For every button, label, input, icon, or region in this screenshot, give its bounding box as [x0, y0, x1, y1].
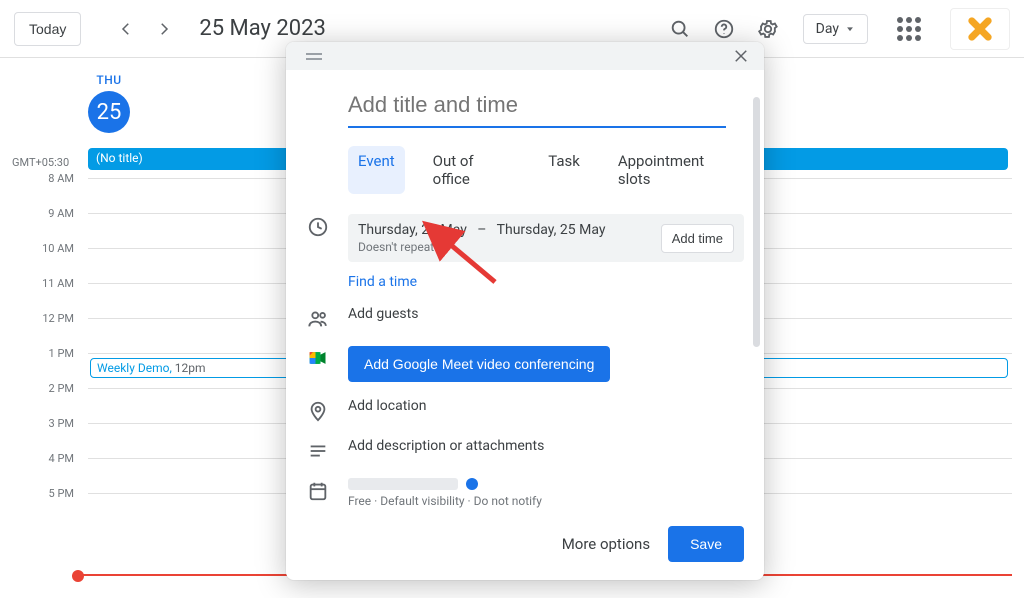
caret-down-icon	[845, 24, 855, 34]
tab-appointment-slots[interactable]: Appointment slots	[608, 146, 744, 194]
date-separator: –	[477, 222, 486, 238]
add-location-placeholder: Add location	[348, 398, 744, 414]
add-guests-placeholder: Add guests	[348, 306, 744, 322]
calendar-color-dot	[466, 478, 478, 490]
event-time: 12pm	[175, 361, 206, 375]
tab-task[interactable]: Task	[538, 146, 590, 194]
hour-label: 3 PM	[0, 417, 74, 430]
view-select[interactable]: Day	[803, 14, 868, 44]
dialog-scrollbar-thumb[interactable]	[753, 97, 760, 347]
add-description-placeholder: Add description or attachments	[348, 438, 744, 454]
organizer-name-redacted	[348, 478, 458, 490]
save-button[interactable]: Save	[668, 526, 744, 562]
event-title: Weekly Demo	[97, 361, 169, 375]
dialog-body: Event Out of office Task Appointment slo…	[286, 70, 764, 508]
location-pin-icon	[306, 398, 330, 422]
repeat-label: Doesn't repeat	[358, 240, 605, 254]
find-a-time-link[interactable]: Find a time	[348, 274, 417, 290]
hour-label: 8 AM	[0, 172, 74, 185]
hour-label: 5 PM	[0, 487, 74, 500]
description-row[interactable]: Add description or attachments	[306, 430, 744, 470]
date-nav	[109, 12, 181, 46]
allday-event-title: (No title)	[96, 151, 143, 165]
date-end: Thursday, 25 May	[497, 222, 606, 238]
apps-grid-icon	[897, 17, 921, 41]
guests-row[interactable]: Add guests	[306, 298, 744, 338]
google-meet-icon	[306, 346, 330, 368]
hour-label: 11 AM	[0, 277, 74, 290]
people-icon	[306, 306, 330, 330]
prev-day-button[interactable]	[109, 12, 143, 46]
next-day-button[interactable]	[147, 12, 181, 46]
dialog-header	[286, 42, 764, 70]
day-number-badge: 25	[88, 91, 130, 133]
hour-label: 2 PM	[0, 382, 74, 395]
view-select-label: Day	[816, 21, 839, 37]
event-title-input[interactable]	[348, 88, 726, 128]
calendar-icon	[306, 478, 330, 502]
extension-button[interactable]	[950, 8, 1010, 50]
gear-icon	[757, 18, 779, 40]
event-type-tabs: Event Out of office Task Appointment slo…	[348, 146, 744, 194]
chevron-right-icon	[155, 20, 173, 38]
add-google-meet-button[interactable]: Add Google Meet video conferencing	[348, 346, 610, 382]
add-time-button[interactable]: Add time	[661, 224, 734, 253]
help-button[interactable]	[707, 12, 741, 46]
date-range-box[interactable]: Thursday, 25 May – Thursday, 25 May Does…	[348, 214, 744, 262]
search-button[interactable]	[663, 12, 697, 46]
day-column-header[interactable]: THU 25	[88, 73, 130, 133]
conferencing-row: Add Google Meet video conferencing	[306, 338, 744, 390]
quick-create-event-dialog: Event Out of office Task Appointment slo…	[286, 42, 764, 580]
description-icon	[306, 438, 330, 462]
clock-icon	[306, 214, 330, 238]
close-icon	[732, 47, 750, 65]
location-row[interactable]: Add location	[306, 390, 744, 430]
date-time-row: Thursday, 25 May – Thursday, 25 May Does…	[306, 206, 744, 298]
day-of-week-label: THU	[88, 73, 130, 87]
hour-label: 10 AM	[0, 242, 74, 255]
tab-event[interactable]: Event	[348, 146, 405, 194]
date-start: Thursday, 25 May	[358, 222, 467, 238]
search-icon	[669, 18, 691, 40]
hour-label: 1 PM	[0, 347, 74, 360]
visibility-meta: Free · Default visibility · Do not notif…	[348, 494, 744, 508]
extension-x-icon	[966, 15, 994, 43]
today-button[interactable]: Today	[14, 12, 81, 46]
hour-label: 4 PM	[0, 452, 74, 465]
close-dialog-button[interactable]	[728, 43, 754, 69]
dialog-footer: More options Save	[286, 508, 764, 580]
calendar-visibility-row[interactable]: Free · Default visibility · Do not notif…	[306, 470, 744, 508]
current-date-heading: 25 May 2023	[199, 16, 326, 41]
settings-button[interactable]	[751, 12, 785, 46]
hour-label: 9 AM	[0, 207, 74, 220]
tab-out-of-office[interactable]: Out of office	[423, 146, 521, 194]
chevron-left-icon	[117, 20, 135, 38]
hour-label: 12 PM	[0, 312, 74, 325]
google-apps-button[interactable]	[892, 12, 926, 46]
more-options-link[interactable]: More options	[562, 535, 650, 553]
drag-handle-icon[interactable]	[306, 53, 322, 60]
help-icon	[713, 18, 735, 40]
timezone-label: GMT+05:30	[12, 156, 69, 169]
